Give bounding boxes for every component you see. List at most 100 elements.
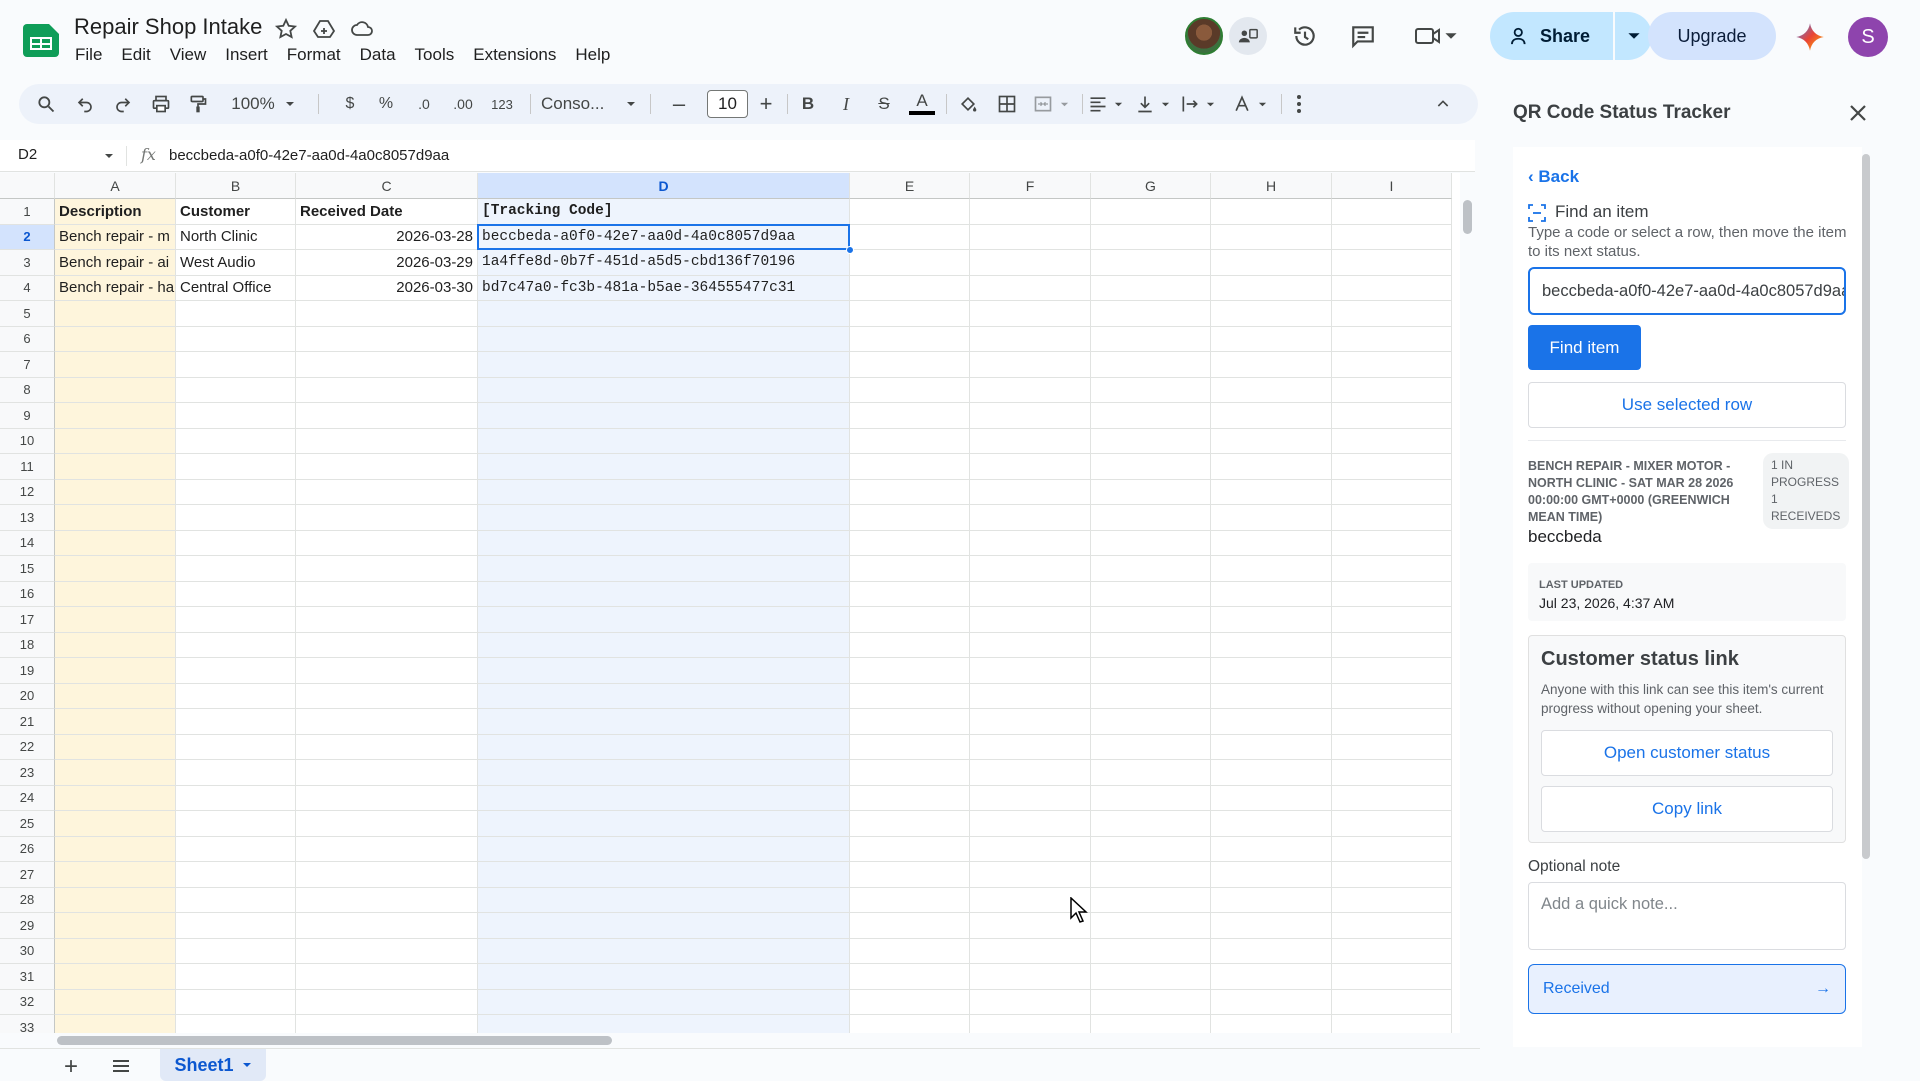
- menu-insert[interactable]: Insert: [225, 45, 276, 65]
- row-header[interactable]: 2: [0, 224, 55, 250]
- grid-cell[interactable]: [1211, 760, 1332, 786]
- grid-cell[interactable]: [296, 326, 478, 352]
- grid-cell[interactable]: [478, 862, 850, 888]
- grid-cell[interactable]: [850, 326, 970, 352]
- grid-cell[interactable]: [1091, 428, 1211, 454]
- grid-cell[interactable]: [1211, 250, 1332, 276]
- grid-cell[interactable]: [970, 428, 1091, 454]
- grid-cell[interactable]: [296, 760, 478, 786]
- use-selected-row-button[interactable]: Use selected row: [1528, 382, 1846, 428]
- table-cell[interactable]: 2026-03-30: [296, 275, 478, 301]
- grid-cell[interactable]: [296, 581, 478, 607]
- grid-cell[interactable]: [1332, 556, 1452, 582]
- grid-cell[interactable]: [1091, 785, 1211, 811]
- header-cell[interactable]: Received Date: [296, 199, 478, 225]
- fill-color-button[interactable]: [953, 84, 983, 124]
- grid-cell[interactable]: [55, 301, 176, 327]
- grid-cell[interactable]: [1091, 301, 1211, 327]
- grid-cell[interactable]: [478, 479, 850, 505]
- grid-cell[interactable]: [478, 377, 850, 403]
- vertical-scrollbar[interactable]: [1463, 200, 1472, 234]
- grid-cell[interactable]: [1211, 479, 1332, 505]
- present-button[interactable]: [1229, 17, 1267, 55]
- grid-cell[interactable]: [1332, 632, 1452, 658]
- grid-cell[interactable]: [970, 403, 1091, 429]
- row-header[interactable]: 15: [0, 556, 55, 582]
- row-header[interactable]: 10: [0, 428, 55, 454]
- grid-cell[interactable]: [296, 428, 478, 454]
- grid-cell[interactable]: [1091, 530, 1211, 556]
- grid-cell[interactable]: [1332, 785, 1452, 811]
- grid-cell[interactable]: [970, 709, 1091, 735]
- code-input[interactable]: beccbeda-a0f0-42e7-aa0d-4a0c8057d9aa: [1528, 267, 1846, 315]
- row-header[interactable]: 14: [0, 530, 55, 556]
- grid-cell[interactable]: [478, 683, 850, 709]
- grid-cell[interactable]: [1211, 530, 1332, 556]
- grid-cell[interactable]: [1211, 964, 1332, 990]
- grid-cell[interactable]: [176, 454, 296, 480]
- grid-cell[interactable]: [1211, 836, 1332, 862]
- grid-cell[interactable]: [850, 250, 970, 276]
- grid-cell[interactable]: [478, 352, 850, 378]
- grid-cell[interactable]: [1332, 454, 1452, 480]
- row-header[interactable]: 19: [0, 658, 55, 684]
- grid-cell[interactable]: [55, 938, 176, 964]
- vertical-align-button[interactable]: [1129, 84, 1175, 124]
- grid-cell[interactable]: [850, 505, 970, 531]
- grid-cell[interactable]: [850, 785, 970, 811]
- row-header[interactable]: 3: [0, 250, 55, 276]
- comments-button[interactable]: [1348, 16, 1378, 56]
- grid-cell[interactable]: [55, 785, 176, 811]
- column-header[interactable]: D: [478, 173, 850, 199]
- grid-cell[interactable]: [850, 989, 970, 1015]
- row-header[interactable]: 16: [0, 581, 55, 607]
- grid-cell[interactable]: [55, 760, 176, 786]
- formula-input[interactable]: beccbeda-a0f0-42e7-aa0d-4a0c8057d9aa: [169, 147, 449, 164]
- grid-cell[interactable]: [296, 479, 478, 505]
- column-header[interactable]: F: [970, 173, 1091, 199]
- grid-cell[interactable]: [478, 836, 850, 862]
- grid-cell[interactable]: [970, 530, 1091, 556]
- grid-cell[interactable]: [55, 581, 176, 607]
- column-header[interactable]: G: [1091, 173, 1211, 199]
- grid-cell[interactable]: [55, 428, 176, 454]
- grid-cell[interactable]: [850, 938, 970, 964]
- grid-cell[interactable]: [296, 989, 478, 1015]
- paint-format-button[interactable]: [185, 84, 211, 124]
- grid-cell[interactable]: [296, 530, 478, 556]
- grid-cell[interactable]: [970, 658, 1091, 684]
- grid-cell[interactable]: [850, 556, 970, 582]
- grid-cell[interactable]: [176, 505, 296, 531]
- grid-cell[interactable]: [1211, 454, 1332, 480]
- grid-cell[interactable]: [850, 428, 970, 454]
- gemini-icon[interactable]: [1795, 22, 1825, 52]
- grid-cell[interactable]: [176, 836, 296, 862]
- grid-cell[interactable]: [1091, 1015, 1211, 1033]
- grid-cell[interactable]: [296, 377, 478, 403]
- grid-cell[interactable]: [1211, 734, 1332, 760]
- strikethrough-button[interactable]: S: [873, 84, 895, 124]
- document-title[interactable]: Repair Shop Intake: [74, 14, 262, 40]
- row-header[interactable]: 26: [0, 836, 55, 862]
- spreadsheet-grid[interactable]: A B C D E F G H I 1 2 3 4 5 6 7 8 9 10 11 12 13 14 15 16 17 18 19 20…: [0, 173, 1460, 1033]
- grid-cell[interactable]: [176, 556, 296, 582]
- grid-cell[interactable]: [1091, 683, 1211, 709]
- grid-cell[interactable]: [296, 709, 478, 735]
- cloud-status-icon[interactable]: [350, 17, 374, 41]
- grid-cell[interactable]: [1091, 658, 1211, 684]
- increase-font-size-button[interactable]: +: [755, 84, 777, 124]
- grid-cell[interactable]: [1211, 301, 1332, 327]
- grid-cell[interactable]: [970, 836, 1091, 862]
- grid-cell[interactable]: [1091, 607, 1211, 633]
- column-header[interactable]: H: [1211, 173, 1332, 199]
- horizontal-scrollbar[interactable]: [57, 1036, 612, 1045]
- grid-cell[interactable]: [970, 964, 1091, 990]
- currency-format-button[interactable]: $: [339, 84, 361, 124]
- sheet-tab-sheet1[interactable]: Sheet1: [160, 1049, 266, 1081]
- grid-cell[interactable]: [1091, 913, 1211, 939]
- table-cell[interactable]: Bench repair - ha: [55, 275, 176, 301]
- collaborator-avatar[interactable]: [1185, 17, 1223, 55]
- menu-format[interactable]: Format: [287, 45, 349, 65]
- grid-cell[interactable]: [1211, 428, 1332, 454]
- grid-cell[interactable]: [970, 734, 1091, 760]
